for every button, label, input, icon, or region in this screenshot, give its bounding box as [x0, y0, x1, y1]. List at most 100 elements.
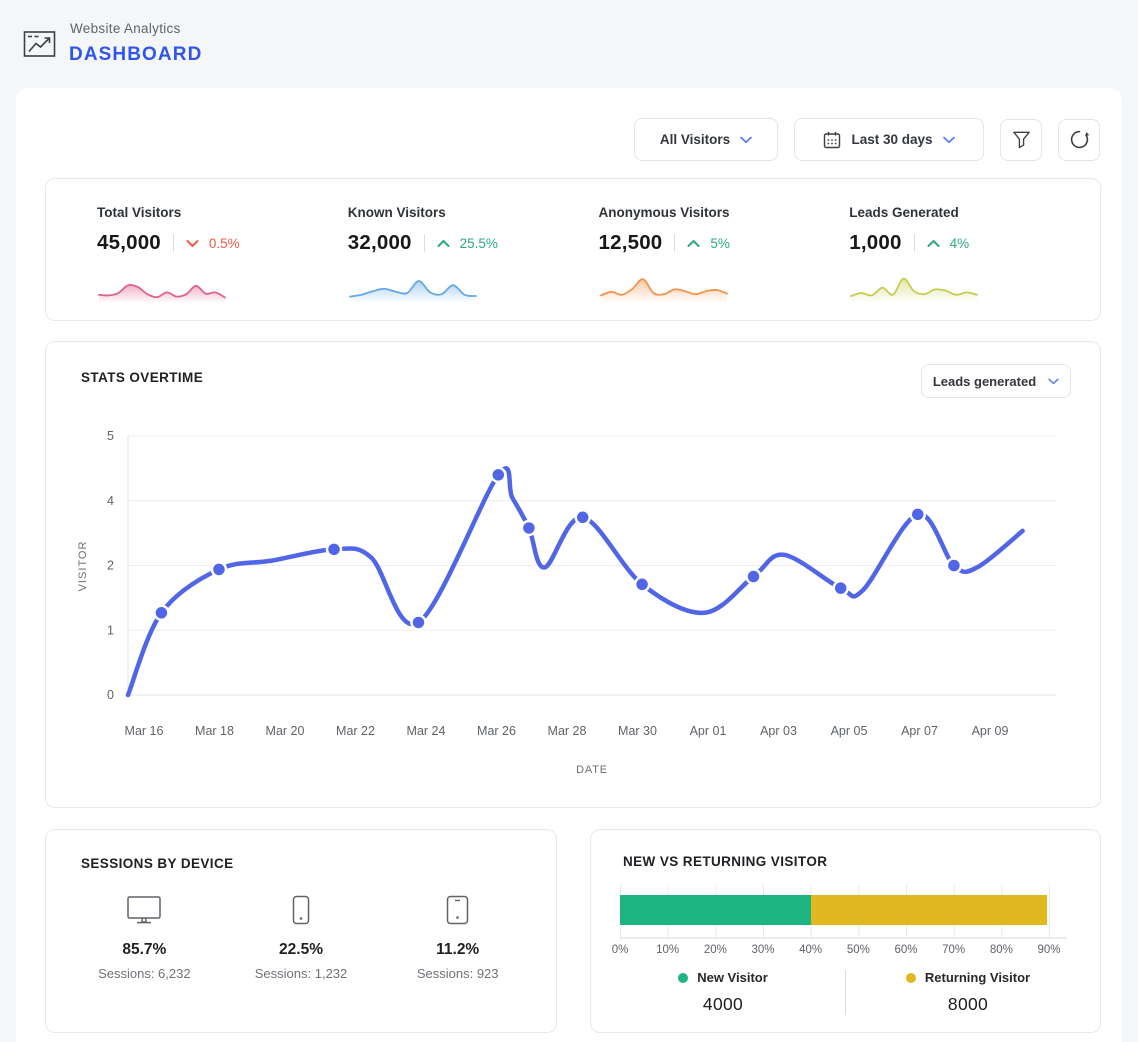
kpi-change: 25.5% [460, 236, 498, 251]
trend-up-icon [927, 239, 940, 248]
chart-data-point[interactable] [911, 507, 925, 521]
chart-legend: New Visitor 4000 Returning Visitor 8000 [601, 970, 1090, 1015]
device-item-desktop: 85.7% Sessions: 6,232 [66, 892, 223, 981]
main-panel: All Visitors Last 30 days [16, 88, 1122, 1042]
bar-tick-label: 10% [651, 944, 685, 956]
date-range-value: Last 30 days [851, 132, 932, 147]
trend-up-icon [687, 239, 700, 248]
x-tick-label: Mar 20 [266, 724, 305, 738]
bar-axis-ticks: 0%10%20%30%40%50%60%70%80%90% [620, 944, 1067, 958]
chart-data-point[interactable] [746, 570, 760, 584]
legend-label: New Visitor [697, 970, 768, 985]
kpi-sparkline [849, 268, 979, 304]
bar-tick-label: 30% [746, 944, 780, 956]
toolbar: All Visitors Last 30 days [634, 118, 1100, 161]
x-tick-label: Apr 05 [831, 724, 868, 738]
chart-data-point[interactable] [327, 542, 341, 556]
y-tick-label: 0 [107, 688, 114, 702]
bar-tick-label: 80% [984, 944, 1018, 956]
tablet-icon [446, 892, 469, 928]
kpi-summary-card: Total Visitors 45,000 0.5% Known Visitor… [45, 178, 1101, 321]
kpi-anonymous-visitors: Anonymous Visitors 12,500 5% [599, 205, 850, 320]
kpi-label: Leads Generated [849, 205, 1100, 220]
legend-dot-returning-visitor [906, 973, 916, 983]
kpi-change: 4% [950, 236, 970, 251]
chart-data-point[interactable] [947, 559, 961, 573]
page-title: DASHBOARD [69, 44, 202, 66]
stacked-bar[interactable] [620, 895, 1047, 925]
visitor-stacked-bar-chart[interactable] [620, 885, 1067, 941]
device-item-tablet: 11.2% Sessions: 923 [379, 892, 536, 981]
chart-data-point[interactable] [154, 606, 168, 620]
y-tick-label: 1 [107, 623, 114, 637]
device-item-mobile: 22.5% Sessions: 1,232 [223, 892, 380, 981]
x-tick-label: Mar 16 [125, 724, 164, 738]
kpi-value: 32,000 [348, 231, 412, 255]
kpi-label: Anonymous Visitors [599, 205, 850, 220]
filter-button[interactable] [1000, 119, 1042, 161]
divider [424, 234, 425, 252]
x-tick-label: Mar 28 [548, 724, 587, 738]
chart-data-point[interactable] [635, 577, 649, 591]
trend-down-icon [186, 239, 199, 248]
y-tick-label: 4 [107, 494, 114, 508]
visitors-line-chart[interactable]: 01245Mar 16Mar 18Mar 20Mar 22Mar 24Mar 2… [46, 342, 1102, 809]
section-title-new-vs-returning: NEW VS RETURNING VISITOR [623, 854, 827, 869]
legend-dot-new-visitor [678, 973, 688, 983]
kpi-change: 0.5% [209, 236, 240, 251]
x-tick-label: Mar 24 [407, 724, 446, 738]
app-logo-icon [22, 27, 58, 66]
app-name: Website Analytics [70, 21, 181, 36]
y-axis-title: VISITOR [77, 541, 89, 592]
chart-data-point[interactable] [576, 510, 590, 524]
kpi-sparkline [97, 268, 227, 304]
device-sessions: Sessions: 6,232 [98, 966, 191, 981]
bar-tick-label: 70% [937, 944, 971, 956]
legend-value: 4000 [703, 994, 743, 1015]
x-tick-label: Apr 09 [972, 724, 1009, 738]
new-vs-returning-card: NEW VS RETURNING VISITOR 0% 10% 20% 30% 40% 5… [590, 829, 1101, 1033]
section-title-sessions-by-device: SESSIONS BY DEVICE [81, 856, 234, 871]
bar-tick-label: 40% [794, 944, 828, 956]
x-tick-label: Mar 22 [336, 724, 375, 738]
kpi-value: 45,000 [97, 231, 161, 255]
sessions-by-device-card: SESSIONS BY DEVICE 85.7% Sessions: 6,232 [45, 829, 557, 1033]
bar-tick-label: 20% [698, 944, 732, 956]
kpi-change: 5% [710, 236, 730, 251]
chart-data-point[interactable] [212, 562, 226, 576]
bar-segment-returning-visitor[interactable] [811, 895, 1047, 925]
chart-data-point[interactable] [411, 615, 425, 629]
device-percent: 11.2% [436, 941, 479, 959]
refresh-button[interactable] [1058, 119, 1100, 161]
x-tick-label: Apr 01 [690, 724, 727, 738]
device-sessions: Sessions: 923 [417, 966, 499, 981]
device-percent: 22.5% [279, 941, 323, 959]
chart-data-point[interactable] [522, 521, 536, 535]
x-tick-label: Apr 07 [901, 724, 938, 738]
chart-data-point[interactable] [834, 581, 848, 595]
date-range-dropdown[interactable]: Last 30 days [794, 118, 984, 161]
visitor-filter-dropdown[interactable]: All Visitors [634, 118, 778, 161]
divider [914, 234, 915, 252]
kpi-value: 1,000 [849, 231, 901, 255]
x-tick-label: Mar 26 [477, 724, 516, 738]
x-tick-label: Apr 03 [760, 724, 797, 738]
bar-tick-label: 50% [841, 944, 875, 956]
calendar-icon [823, 131, 841, 149]
device-percent: 85.7% [122, 941, 166, 959]
chart-line [128, 468, 1023, 695]
chart-data-point[interactable] [491, 468, 505, 482]
bar-tick-label: 0% [603, 944, 637, 956]
kpi-known-visitors: Known Visitors 32,000 25.5% [348, 205, 599, 320]
chevron-down-icon [943, 136, 955, 144]
bar-segment-new-visitor[interactable] [620, 895, 811, 925]
divider [173, 234, 174, 252]
x-axis-title: DATE [576, 764, 608, 776]
chevron-down-icon [740, 136, 752, 144]
bar-tick-label: 60% [889, 944, 923, 956]
refresh-icon [1069, 129, 1090, 150]
y-tick-label: 5 [107, 429, 114, 443]
kpi-sparkline [599, 268, 729, 304]
visitor-filter-value: All Visitors [660, 132, 730, 147]
x-tick-label: Mar 18 [195, 724, 234, 738]
